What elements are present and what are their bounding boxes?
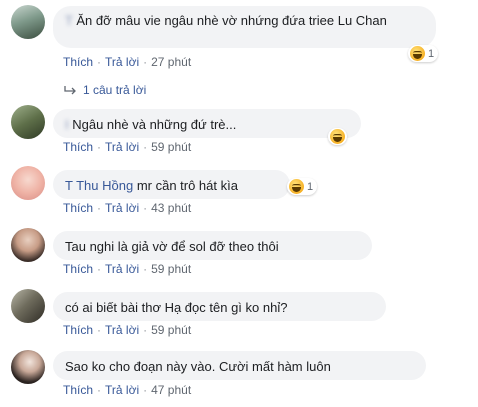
comment-thread: T Ăn đỡ mâu vie ngâu nhè vờ nhứng đứa tr… — [0, 0, 478, 407]
timestamp[interactable]: 47 phút — [151, 383, 191, 397]
reaction-count: 1 — [307, 180, 314, 193]
comment-text: Sao ko cho đoạn này vào. Cười mất hàm lu… — [65, 359, 331, 374]
reply-link[interactable]: Trả lời — [105, 140, 139, 154]
avatar[interactable] — [11, 350, 45, 384]
reply-link[interactable]: Trả lời — [105, 262, 139, 276]
comment-text: Ăn đỡ mâu vie ngâu nhè vờ nhứng đứa trie… — [76, 13, 387, 28]
like-link[interactable]: Thích — [63, 55, 93, 69]
comment-actions: Thích · Trả lời · 59 phút — [63, 262, 192, 276]
comment-bubble: Tau nghi là giả vờ để sol đỡ theo thôi — [53, 231, 372, 260]
comment-bubble: có ai biết bài thơ Hạ đọc tên gì ko nhỉ? — [53, 292, 386, 321]
comment-actions: Thích · Trả lời · 59 phút — [63, 140, 192, 154]
like-link[interactable]: Thích — [63, 262, 93, 276]
comment-actions: Thích · Trả lời · 47 phút — [63, 383, 192, 397]
haha-reaction-icon — [330, 129, 345, 144]
timestamp[interactable]: 27 phút — [151, 55, 191, 69]
haha-reaction-icon — [289, 179, 304, 194]
reply-arrow-icon — [64, 86, 76, 95]
like-link[interactable]: Thích — [63, 323, 93, 337]
commenter-name[interactable]: I — [65, 117, 72, 132]
comment-bubble: T Thu Hồng mr cần trô hát kìa — [53, 170, 290, 199]
comment-actions: Thích · Trả lời · 43 phút — [63, 201, 192, 215]
comment-bubble: I Ngâu nhè và những đứ trè... — [53, 109, 361, 138]
like-link[interactable]: Thích — [63, 383, 93, 397]
comment-actions: Thích · Trả lời · 27 phút — [63, 55, 192, 69]
timestamp[interactable]: 43 phút — [151, 201, 191, 215]
reply-link[interactable]: Trả lời — [105, 323, 139, 337]
like-link[interactable]: Thích — [63, 201, 93, 215]
comment-bubble: T Ăn đỡ mâu vie ngâu nhè vờ nhứng đứa tr… — [53, 6, 436, 48]
comment-actions: Thích · Trả lời · 59 phút — [63, 323, 192, 337]
comment-text: Ngâu nhè và những đứ trè... — [72, 117, 237, 132]
commenter-name[interactable]: T — [65, 13, 76, 28]
avatar[interactable] — [11, 105, 45, 139]
avatar[interactable] — [11, 228, 45, 262]
comment-text: Tau nghi là giả vờ để sol đỡ theo thôi — [65, 239, 279, 254]
reaction-summary[interactable] — [328, 128, 347, 145]
timestamp[interactable]: 59 phút — [151, 323, 191, 337]
commenter-name[interactable]: T Thu Hồng — [65, 178, 133, 193]
reaction-count: 1 — [428, 47, 435, 60]
replies-count: 1 câu trả lời — [83, 83, 147, 97]
view-replies-link[interactable]: 1 câu trả lời — [63, 83, 146, 97]
comment-bubble: Sao ko cho đoạn này vào. Cười mất hàm lu… — [53, 351, 426, 380]
reaction-summary[interactable]: 1 — [287, 178, 318, 195]
avatar[interactable] — [11, 5, 45, 39]
comment-text: có ai biết bài thơ Hạ đọc tên gì ko nhỉ? — [65, 300, 288, 315]
haha-reaction-icon — [410, 46, 425, 61]
reply-link[interactable]: Trả lời — [105, 383, 139, 397]
avatar[interactable] — [11, 289, 45, 323]
reply-link[interactable]: Trả lời — [105, 55, 139, 69]
timestamp[interactable]: 59 phút — [151, 262, 191, 276]
timestamp[interactable]: 59 phút — [151, 140, 191, 154]
like-link[interactable]: Thích — [63, 140, 93, 154]
reaction-summary[interactable]: 1 — [408, 45, 439, 62]
comment-text: mr cần trô hát kìa — [136, 178, 238, 193]
avatar[interactable] — [11, 166, 45, 200]
reply-link[interactable]: Trả lời — [105, 201, 139, 215]
